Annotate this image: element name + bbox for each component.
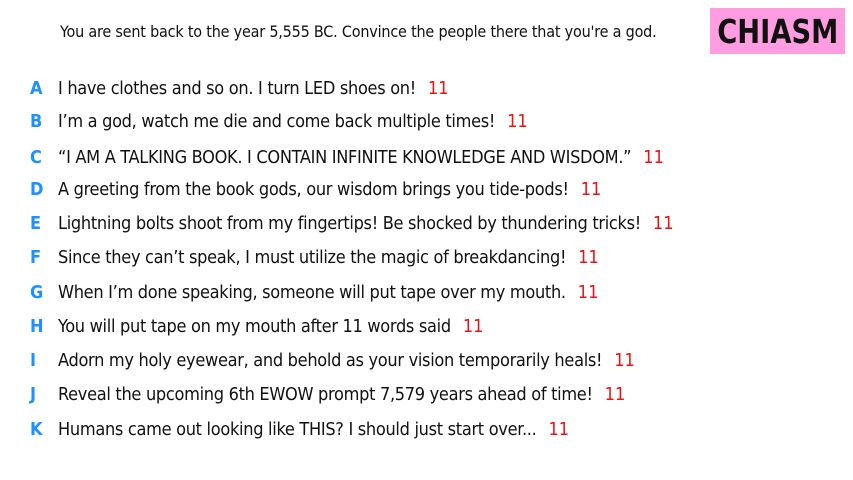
entry-text: “I AM A TALKING BOOK. I CONTAIN INFINITE… xyxy=(58,147,632,168)
entry-letter: K xyxy=(30,419,43,440)
entry-j: J Reveal the upcoming 6th EWOW prompt 7,… xyxy=(0,381,853,409)
entry-text: You will put tape on my mouth after 11 w… xyxy=(58,316,451,337)
word-count: 11 xyxy=(577,282,599,303)
entry-i: I Adorn my holy eyewear, and behold as y… xyxy=(0,347,853,375)
entry-list: A I have clothes and so on. I turn LED s… xyxy=(0,0,853,480)
word-count: 11 xyxy=(643,147,664,168)
entry-letter: B xyxy=(30,111,43,132)
entry-e: E Lightning bolts shoot from my fingerti… xyxy=(0,210,853,238)
entry-a: A I have clothes and so on. I turn LED s… xyxy=(0,75,853,103)
entry-line: You will put tape on my mouth after 11 w… xyxy=(58,313,483,341)
entry-text: Adorn my holy eyewear, and behold as you… xyxy=(58,350,603,371)
entry-f: F Since they can’t speak, I must utilize… xyxy=(0,244,853,272)
word-count: 11 xyxy=(604,384,626,405)
entry-text: Lightning bolts shoot from my fingertips… xyxy=(58,213,641,234)
entry-line: A greeting from the book gods, our wisdo… xyxy=(58,176,601,204)
word-count: 11 xyxy=(580,179,602,200)
entry-letter: D xyxy=(30,179,44,200)
entry-text: Humans came out looking like THIS? I sho… xyxy=(58,419,537,440)
entry-text: A greeting from the book gods, our wisdo… xyxy=(58,179,569,200)
word-count: 11 xyxy=(507,111,528,132)
entry-line: Humans came out looking like THIS? I sho… xyxy=(58,416,569,444)
entry-letter: H xyxy=(30,316,44,337)
entry-line: I’m a god, watch me die and come back mu… xyxy=(58,108,528,136)
entry-line: When I’m done speaking, someone will put… xyxy=(58,279,598,307)
entry-line: Adorn my holy eyewear, and behold as you… xyxy=(58,347,635,375)
word-count: 11 xyxy=(548,419,570,440)
entry-letter: E xyxy=(30,213,42,234)
entry-line: Lightning bolts shoot from my fingertips… xyxy=(58,210,674,238)
entry-h: H You will put tape on my mouth after 11… xyxy=(0,313,853,341)
entry-line: Reveal the upcoming 6th EWOW prompt 7,57… xyxy=(58,381,625,409)
entry-line: “I AM A TALKING BOOK. I CONTAIN INFINITE… xyxy=(58,144,664,172)
entry-g: G When I’m done speaking, someone will p… xyxy=(0,279,853,307)
entry-text: Reveal the upcoming 6th EWOW prompt 7,57… xyxy=(58,384,593,405)
entry-text: I’m a god, watch me die and come back mu… xyxy=(58,111,496,132)
entry-text: I have clothes and so on. I turn LED sho… xyxy=(58,78,416,99)
entry-letter: A xyxy=(30,78,43,99)
word-count: 11 xyxy=(614,350,635,371)
entry-letter: G xyxy=(30,282,44,303)
entry-text: Since they can’t speak, I must utilize t… xyxy=(58,247,567,268)
entry-line: I have clothes and so on. I turn LED sho… xyxy=(58,75,449,103)
word-count: 11 xyxy=(652,213,674,234)
entry-letter: I xyxy=(30,350,37,371)
entry-letter: J xyxy=(30,384,37,405)
entry-letter: C xyxy=(30,147,42,168)
entry-k: K Humans came out looking like THIS? I s… xyxy=(0,416,853,444)
entry-c: C “I AM A TALKING BOOK. I CONTAIN INFINI… xyxy=(0,144,853,172)
word-count: 11 xyxy=(578,247,599,268)
word-count: 11 xyxy=(462,316,484,337)
entry-letter: F xyxy=(30,247,42,268)
entry-line: Since they can’t speak, I must utilize t… xyxy=(58,244,599,272)
word-count: 11 xyxy=(427,78,449,99)
entry-b: B I’m a god, watch me die and come back … xyxy=(0,108,853,136)
entry-text: When I’m done speaking, someone will put… xyxy=(58,282,566,303)
entry-d: D A greeting from the book gods, our wis… xyxy=(0,176,853,204)
